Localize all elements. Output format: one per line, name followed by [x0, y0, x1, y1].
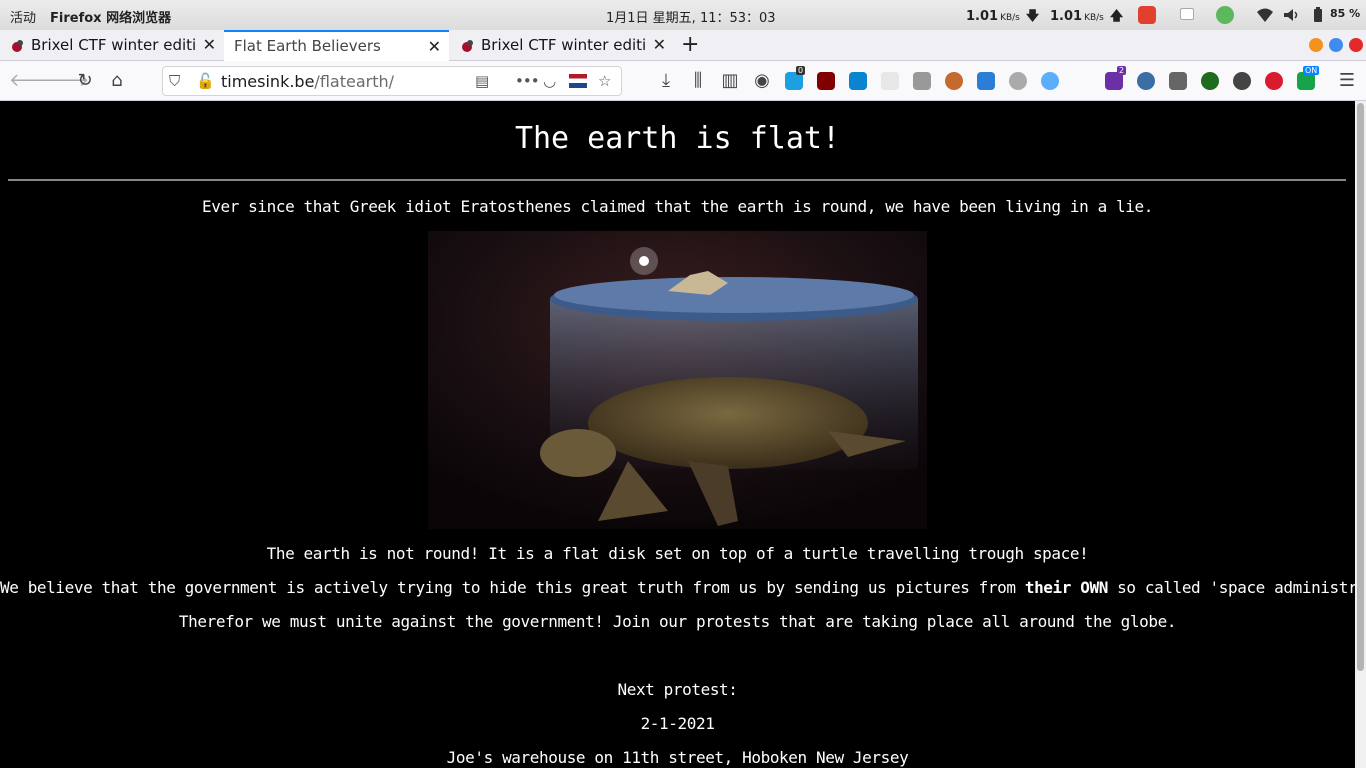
url-bar[interactable]: ⛉ 🔓 timesink.be/flatearth/ ▤ ••• ◡ ☆ [162, 66, 622, 96]
puzzle-extension-icon[interactable] [913, 72, 931, 90]
tab-label: Brixel CTF winter edition [481, 36, 645, 54]
window-icon[interactable] [1180, 8, 1194, 20]
battery-icon[interactable] [1309, 6, 1327, 24]
shield-icon[interactable]: ⛉ [169, 72, 180, 90]
next-protest-label: Next protest: [617, 680, 738, 699]
page-heading: The earth is flat! [514, 121, 841, 156]
pocket-icon[interactable]: ◡ [543, 72, 556, 90]
tab-label: Flat Earth Believers [234, 37, 381, 55]
page-scrollbar[interactable] [1355, 101, 1366, 768]
page-content: The earth is flat! Ever since that Greek… [0, 101, 1355, 768]
url-host: timesink.be [221, 72, 315, 91]
close-window-button[interactable] [1349, 38, 1363, 52]
net-up-value: 1.01 [1050, 9, 1083, 24]
reload-button[interactable]: ↻ [74, 70, 96, 91]
bug-extension-icon[interactable] [1041, 72, 1059, 90]
paragraph-2-post: so called 'space administration' or 'nas… [1117, 578, 1355, 597]
netherlands-flag-icon[interactable] [569, 74, 587, 88]
url-path: /flatearth/ [314, 72, 394, 91]
circle-extension-icon[interactable] [1009, 72, 1027, 90]
tab-flat-earth[interactable]: Flat Earth Believers ✕ [224, 30, 449, 61]
reader-view-icon[interactable]: ▤ [475, 72, 489, 90]
hamburger-menu-icon[interactable]: ☰ [1336, 70, 1358, 91]
back-button[interactable]: 🡐 [9, 70, 57, 91]
flat-earth-turtle-image [428, 231, 927, 529]
app-menu[interactable]: Firefox 网络浏览器 [50, 7, 171, 26]
activities-button[interactable]: 活动 [10, 7, 36, 26]
globe-extension-icon[interactable] [1137, 72, 1155, 90]
window-extension-icon[interactable] [1169, 72, 1187, 90]
close-tab-icon[interactable]: ✕ [428, 37, 441, 56]
paragraph-2: We believe that the government is active… [0, 578, 1355, 597]
tab-label: Brixel CTF winter edition [31, 36, 195, 54]
tab-strip: Brixel CTF winter edition ✕ Flat Earth B… [0, 30, 1366, 61]
record-extension-icon[interactable] [1265, 72, 1283, 90]
url-text[interactable]: timesink.be/flatearth/ [221, 72, 394, 91]
purple-extension-badge: 2 [1117, 66, 1127, 75]
paragraph-2-emphasis: their OWN [1024, 578, 1109, 597]
brixel-favicon-icon [462, 40, 473, 52]
paragraph-1: The earth is not round! It is a flat dis… [266, 544, 1089, 563]
on-extension-badge: ON [1303, 66, 1320, 75]
close-tab-icon[interactable]: ✕ [653, 35, 666, 54]
wechat-icon[interactable] [1216, 6, 1234, 24]
next-protest-date: 2-1-2021 [640, 714, 715, 733]
network-upload-rate: 1.01 KB/s 🡅 [1050, 7, 1123, 29]
cookie-icon[interactable] [945, 72, 963, 90]
account-icon[interactable]: ◉ [751, 70, 773, 91]
ublock-icon[interactable] [817, 72, 835, 90]
extension-counter-badge: 0 [796, 66, 806, 75]
wifi-icon[interactable] [1256, 6, 1274, 24]
volume-icon[interactable] [1282, 6, 1300, 24]
net-down-value: 1.01 [966, 9, 999, 24]
intro-text: Ever since that Greek idiot Eratosthenes… [202, 197, 1153, 216]
network-download-rate: 1.01 KB/s 🡇 [966, 7, 1039, 29]
skype-icon[interactable] [849, 72, 867, 90]
arrow-down-icon: 🡇 [1025, 9, 1040, 24]
net-down-unit: KB/s [1000, 13, 1020, 23]
downloads-icon[interactable]: ⤓ [655, 70, 677, 91]
arrow-up-icon: 🡅 [1109, 9, 1124, 24]
system-top-bar: 活动 Firefox 网络浏览器 1月1日 星期五, 11：53：03 1.01… [0, 0, 1366, 30]
minimize-button[interactable] [1309, 38, 1323, 52]
close-tab-icon[interactable]: ✕ [203, 35, 216, 54]
pin-extension-icon[interactable] [1073, 72, 1091, 90]
green-extension-icon[interactable] [1201, 72, 1219, 90]
scrollbar-thumb[interactable] [1357, 103, 1364, 671]
insecure-lock-icon[interactable]: 🔓 [196, 72, 215, 90]
tab-brixel-1[interactable]: Brixel CTF winter edition ✕ [0, 30, 224, 61]
paragraph-2-pre: We believe that the government is active… [0, 578, 1025, 597]
bookmark-star-icon[interactable]: ☆ [598, 72, 611, 90]
clock[interactable]: 1月1日 星期五, 11：53：03 [606, 7, 776, 26]
net-up-unit: KB/s [1084, 13, 1104, 23]
library-icon[interactable]: ⫼ [687, 70, 709, 91]
sidebar-icon[interactable]: ▥ [719, 70, 741, 91]
dark-extension-icon[interactable] [1233, 72, 1251, 90]
tab-brixel-2[interactable]: Brixel CTF winter edition ✕ [450, 30, 674, 61]
horizontal-rule [8, 179, 1346, 181]
new-tab-button[interactable]: + [681, 32, 699, 57]
home-button[interactable]: ⌂ [106, 70, 128, 91]
s-extension-icon[interactable] [881, 72, 899, 90]
forward-button[interactable]: 🡒 [41, 70, 89, 91]
next-protest-location: Joe's warehouse on 11th street, Hoboken … [446, 748, 909, 767]
notes-extension-icon[interactable] [977, 72, 995, 90]
maximize-button[interactable] [1329, 38, 1343, 52]
battery-percent: 85 % [1330, 7, 1361, 20]
page-actions-button[interactable]: ••• [515, 72, 540, 90]
netease-music-icon[interactable] [1138, 6, 1156, 24]
brixel-favicon-icon [12, 40, 23, 52]
navigation-toolbar: 🡐 🡒 ↻ ⌂ ⛉ 🔓 timesink.be/flatearth/ ▤ •••… [0, 61, 1366, 101]
paragraph-3: Therefor we must unite against the gover… [178, 612, 1177, 631]
